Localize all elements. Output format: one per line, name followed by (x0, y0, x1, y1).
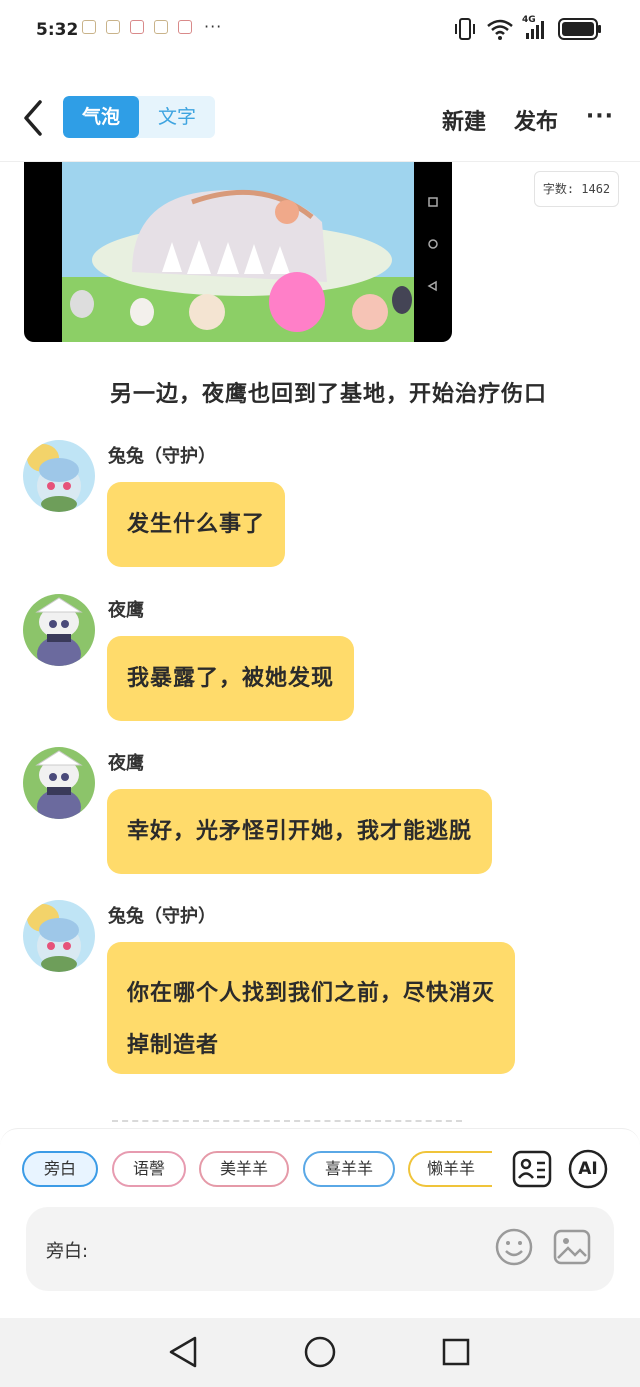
role-chip[interactable]: 语謦 (112, 1151, 186, 1187)
battery-icon (558, 18, 601, 40)
input-role-label: 旁白: (46, 1241, 89, 1262)
role-chip[interactable]: 懒羊羊 (408, 1151, 492, 1187)
square-recents-icon (442, 1338, 470, 1366)
cartoon-scene-image (62, 162, 414, 342)
more-button[interactable]: ··· (586, 104, 614, 129)
video-nav-strip (414, 162, 452, 342)
nav-recents-button[interactable] (436, 1332, 476, 1372)
nav-home-button[interactable] (300, 1332, 340, 1372)
tab-text[interactable]: 文字 (139, 96, 215, 138)
status-bar: 5:32 ··· 4G (0, 0, 640, 60)
role-chip[interactable]: 美羊羊 (199, 1151, 289, 1187)
signal-icon: 4G (522, 15, 550, 41)
status-time: 5:32 (36, 20, 79, 40)
new-button[interactable]: 新建 (442, 104, 486, 136)
vibrate-icon (455, 18, 475, 40)
video-thumbnail[interactable] (24, 162, 452, 342)
message-bubble[interactable]: 我暴露了，被她发现 (107, 636, 355, 721)
message-bubble[interactable]: 你在哪个人找到我们之前，尽快消灭 掉制造者 (107, 942, 516, 1074)
notification-icon (106, 20, 120, 34)
mode-switch: 气泡 文字 (63, 96, 215, 138)
system-nav-bar (0, 1318, 640, 1387)
nighthawk-avatar[interactable] (23, 594, 95, 666)
sender-name: 兔兔（守护） (108, 446, 216, 467)
ai-label: AI (578, 1159, 598, 1179)
circle-home-icon (304, 1336, 336, 1368)
wifi-icon (487, 19, 513, 40)
message-line: 你在哪个人找到我们之前，尽快消灭 (127, 981, 496, 1006)
sender-name: 兔兔（守护） (108, 906, 216, 927)
notification-icons: ··· (82, 17, 223, 36)
nighthawk-avatar[interactable] (23, 747, 95, 819)
message-bubble[interactable]: 幸好，光矛怪引开她，我才能逃脱 (107, 789, 493, 874)
publish-button[interactable]: 发布 (514, 104, 558, 136)
narration-text[interactable]: 另一边，夜鹰也回到了基地，开始治疗伤口 (110, 376, 547, 408)
ai-button[interactable]: AI (568, 1149, 608, 1189)
message-input-box[interactable]: 旁白: (26, 1207, 614, 1291)
message-line: 掉制造者 (127, 1033, 220, 1058)
video-frame (62, 162, 414, 342)
tab-bubble[interactable]: 气泡 (63, 96, 139, 138)
divider (112, 1120, 462, 1122)
chevron-left-icon (24, 100, 42, 136)
nav-back-button[interactable] (163, 1332, 203, 1372)
back-button[interactable] (18, 96, 50, 140)
notification-icon (130, 20, 144, 34)
sender-name: 夜鹰 (108, 600, 144, 621)
smiley-icon (495, 1228, 533, 1266)
notification-icon (82, 20, 96, 34)
role-chip[interactable]: 喜羊羊 (303, 1151, 395, 1187)
triangle-icon (427, 280, 437, 292)
image-icon (553, 1229, 591, 1265)
system-icons: 4G (452, 15, 602, 42)
contact-card-icon (512, 1150, 552, 1188)
role-chip-narration[interactable]: 旁白 (22, 1151, 98, 1187)
sender-name: 夜鹰 (108, 753, 144, 774)
role-manage-button[interactable] (512, 1149, 552, 1189)
word-count-badge: 字数: 1462 (534, 171, 619, 207)
notification-more-icon: ··· (204, 17, 223, 36)
circle-icon (428, 239, 438, 249)
notification-icon (154, 20, 168, 34)
composer-panel: 旁白 语謦 美羊羊 喜羊羊 懒羊羊 AI 旁白: (0, 1128, 640, 1318)
square-icon (428, 197, 438, 207)
image-button[interactable] (552, 1227, 592, 1267)
message-bubble[interactable]: 发生什么事了 (107, 482, 286, 567)
message-input[interactable] (96, 1227, 486, 1271)
triangle-back-icon (169, 1336, 197, 1368)
emoji-button[interactable] (494, 1227, 534, 1267)
app-header: 气泡 文字 新建 发布 ··· (0, 78, 640, 162)
rabbit-avatar[interactable] (23, 900, 95, 972)
notification-icon (178, 20, 192, 34)
rabbit-avatar[interactable] (23, 440, 95, 512)
